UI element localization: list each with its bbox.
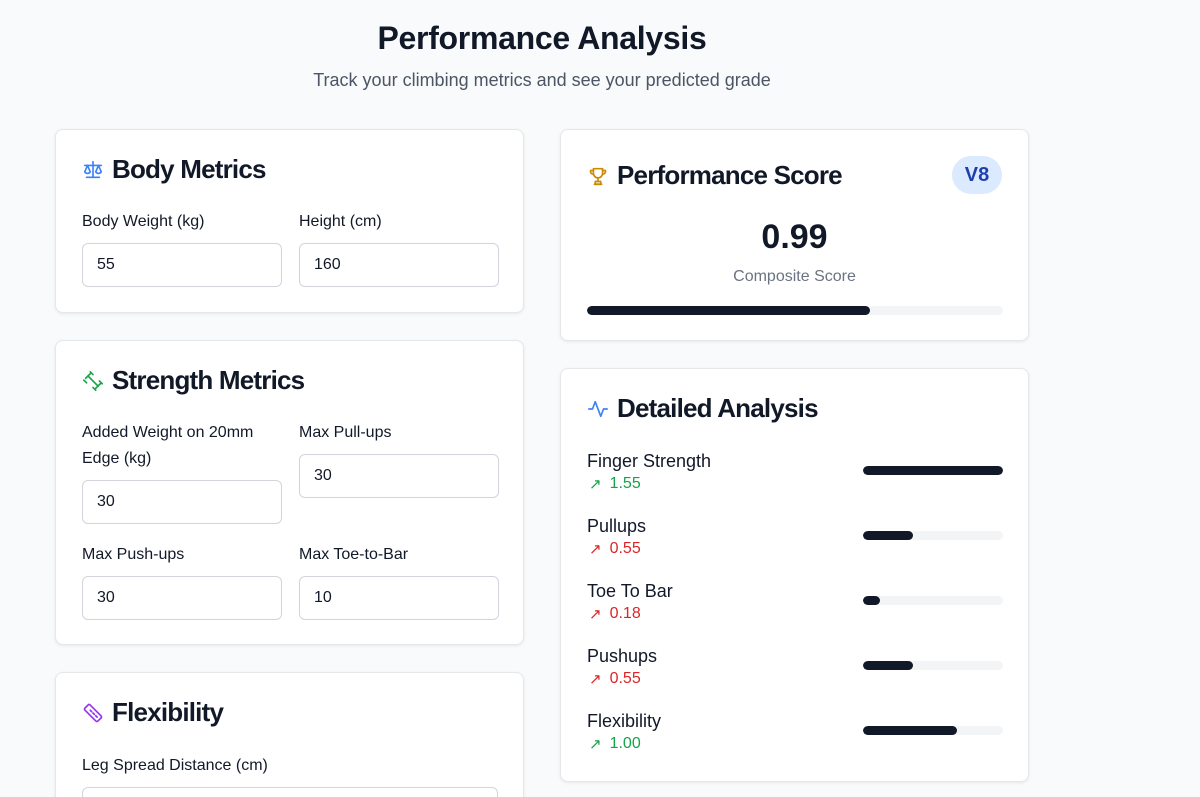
toe-to-bar-label: Max Toe-to-Bar xyxy=(299,546,409,563)
analysis-metric-value: 0.18 xyxy=(609,605,641,622)
pullups-input[interactable] xyxy=(299,454,499,498)
analysis-metric-bar-fill xyxy=(863,466,1003,475)
arrow-up-right-icon: ↗ xyxy=(589,541,602,558)
arrow-up-right-icon: ↗ xyxy=(589,671,602,688)
performance-score-title: Performance Score xyxy=(617,160,843,190)
height-label: Height (cm) xyxy=(299,213,382,230)
analysis-metric-value: 0.55 xyxy=(609,670,641,687)
strength-metrics-card: Strength Metrics Added Weight on 20mm Ed… xyxy=(55,340,524,645)
analysis-metric-bar-fill xyxy=(863,596,880,605)
page-subtitle: Track your climbing metrics and see your… xyxy=(313,70,771,90)
scale-icon xyxy=(82,159,104,181)
body-metrics-heading: Body Metrics xyxy=(82,154,266,185)
flexibility-card: Flexibility Leg Spread Distance (cm) xyxy=(55,672,524,797)
performance-score-card: Performance Score V8 0.99 Composite Scor… xyxy=(560,129,1029,341)
arrow-up-right-icon: ↗ xyxy=(589,606,602,623)
analysis-metric-delta: ↗ 0.55 xyxy=(589,670,641,688)
edge-weight-label: Added Weight on 20mm Edge (kg) xyxy=(82,420,253,472)
analysis-metric-bar-fill xyxy=(863,726,957,735)
body-weight-label: Body Weight (kg) xyxy=(82,213,205,230)
score-progress-fill xyxy=(587,306,870,315)
pullups-label: Max Pull-ups xyxy=(299,424,392,441)
body-metrics-title: Body Metrics xyxy=(112,154,266,184)
composite-score-value: 0.99 xyxy=(761,218,828,256)
analysis-metric-name: Flexibility xyxy=(587,711,662,731)
strength-metrics-title: Strength Metrics xyxy=(112,365,305,395)
analysis-metric-name: Pullups xyxy=(587,516,647,536)
analysis-metric-delta: ↗ 1.00 xyxy=(589,735,641,753)
analysis-metric-delta: ↗ 0.18 xyxy=(589,605,641,623)
analysis-metric-value: 1.00 xyxy=(609,735,641,752)
body-metrics-card: Body Metrics Body Weight (kg) Height (cm… xyxy=(55,129,524,313)
composite-score-caption: Composite Score xyxy=(733,268,856,285)
edge-weight-label-line1: Added Weight on 20mm xyxy=(82,424,254,441)
leg-spread-input[interactable] xyxy=(82,787,498,797)
leg-spread-label: Leg Spread Distance (cm) xyxy=(82,757,268,774)
analysis-metric-bar xyxy=(863,531,1003,540)
analysis-metric-bar xyxy=(863,596,1003,605)
analysis-metric-bar xyxy=(863,466,1003,475)
ruler-icon xyxy=(82,702,104,724)
edge-weight-label-line2: Edge (kg) xyxy=(82,450,152,467)
analysis-metric-bar-fill xyxy=(863,531,914,540)
analysis-metric-name: Pushups xyxy=(587,646,658,666)
grade-badge: V8 xyxy=(952,156,1002,194)
flexibility-title: Flexibility xyxy=(112,697,224,727)
analysis-metric-delta: ↗ 1.55 xyxy=(589,475,641,493)
performance-score-heading: Performance Score xyxy=(587,160,843,191)
detailed-analysis-card: Detailed Analysis Finger Strength ↗ 1.55 Pu… xyxy=(560,368,1029,782)
body-weight-input[interactable] xyxy=(82,243,282,287)
analysis-metric-bar-fill xyxy=(863,661,914,670)
analysis-metric-bar xyxy=(863,661,1003,670)
detailed-analysis-title: Detailed Analysis xyxy=(617,393,819,423)
analysis-metric-name: Toe To Bar xyxy=(587,581,673,601)
analysis-metric-value: 1.55 xyxy=(609,475,641,492)
toe-to-bar-input[interactable] xyxy=(299,576,499,620)
pushups-input[interactable] xyxy=(82,576,282,620)
edge-weight-input[interactable] xyxy=(82,480,282,524)
arrow-up-right-icon: ↗ xyxy=(589,476,602,493)
flexibility-heading: Flexibility xyxy=(82,697,224,728)
analysis-metric-value: 0.55 xyxy=(609,540,641,557)
score-progress-track xyxy=(587,306,1003,315)
activity-icon xyxy=(587,398,609,420)
trophy-icon xyxy=(587,165,609,187)
dumbbell-icon xyxy=(82,370,104,392)
pushups-label: Max Push-ups xyxy=(82,546,185,563)
analysis-metric-delta: ↗ 0.55 xyxy=(589,540,641,558)
strength-metrics-heading: Strength Metrics xyxy=(82,365,305,396)
analysis-metric-name: Finger Strength xyxy=(587,451,712,471)
detailed-analysis-heading: Detailed Analysis xyxy=(587,393,819,424)
analysis-metric-bar xyxy=(863,726,1003,735)
arrow-up-right-icon: ↗ xyxy=(589,736,602,753)
page-title: Performance Analysis xyxy=(377,20,707,56)
height-input[interactable] xyxy=(299,243,499,287)
